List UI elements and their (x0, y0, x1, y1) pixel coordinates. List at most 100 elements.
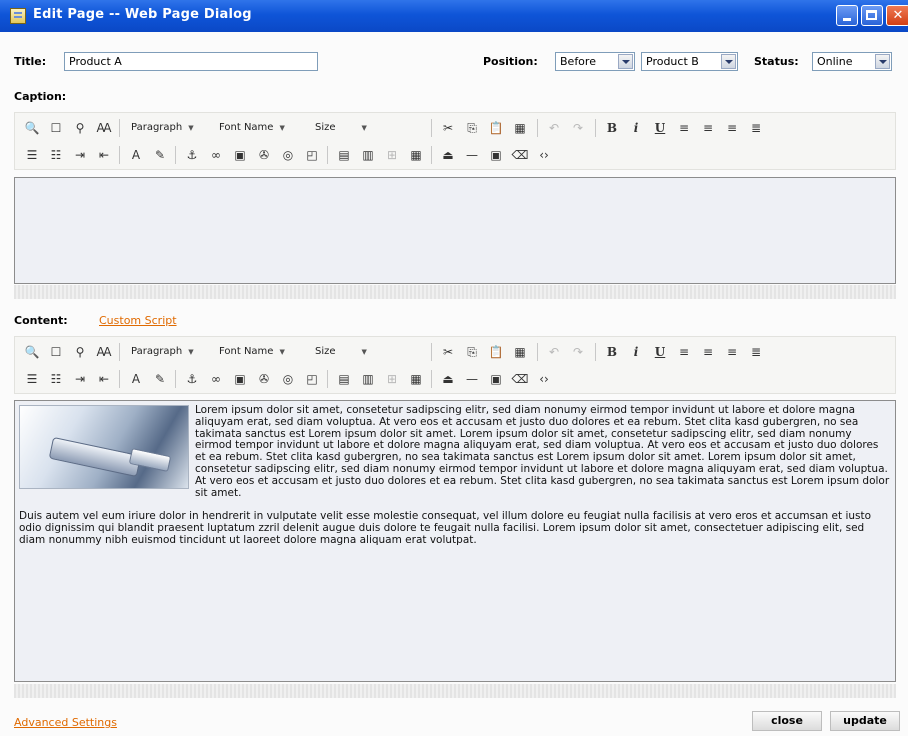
image-icon[interactable]: ▣ (231, 370, 249, 388)
underline-button[interactable]: U (651, 343, 669, 361)
link-icon[interactable]: ∞ (207, 146, 225, 164)
horizontal-rule-icon[interactable]: — (463, 370, 481, 388)
find-icon[interactable]: ⚲ (71, 119, 89, 137)
paste-icon[interactable]: 📋 (487, 343, 505, 361)
anchor-icon[interactable]: ⚓ (183, 146, 201, 164)
position-target-select[interactable]: Product B (641, 52, 738, 71)
align-justify-icon[interactable]: ≣ (747, 343, 765, 361)
caption-editor-resize-bar[interactable] (14, 285, 896, 299)
redo-icon[interactable]: ↷ (569, 119, 587, 137)
font-name-dropdown[interactable]: Font Name ▼ (219, 344, 285, 360)
align-justify-icon[interactable]: ≣ (747, 119, 765, 137)
caption-editor[interactable] (14, 177, 896, 284)
ordered-list-icon[interactable]: ☰ (23, 370, 41, 388)
link-icon[interactable]: ∞ (207, 370, 225, 388)
preview-icon[interactable]: 🔍 (23, 119, 41, 137)
font-color-icon[interactable]: A (127, 370, 145, 388)
table-icon[interactable]: ▤ (335, 370, 353, 388)
unordered-list-icon[interactable]: ☷ (47, 146, 65, 164)
html-source-icon[interactable]: ‹› (535, 146, 553, 164)
close-button[interactable]: close (752, 711, 822, 731)
content-editor-resize-bar[interactable] (14, 684, 896, 698)
ordered-list-icon[interactable]: ☰ (23, 146, 41, 164)
title-bar[interactable]: Edit Page -- Web Page Dialog ✕ (0, 0, 908, 32)
cut-icon[interactable]: ✂ (439, 119, 457, 137)
bold-button[interactable]: B (603, 343, 621, 361)
find-icon[interactable]: ⚲ (71, 343, 89, 361)
align-left-icon[interactable]: ≡ (675, 343, 693, 361)
special-char-icon[interactable]: ▣ (487, 146, 505, 164)
undo-icon[interactable]: ↶ (545, 343, 563, 361)
preview-icon[interactable]: 🔍 (23, 343, 41, 361)
undo-icon[interactable]: ↶ (545, 119, 563, 137)
align-right-icon[interactable]: ≡ (723, 343, 741, 361)
unordered-list-icon[interactable]: ☷ (47, 370, 65, 388)
close-window-button[interactable]: ✕ (886, 5, 908, 26)
spellcheck-icon[interactable]: Ꜳ (95, 119, 113, 137)
clean-format-icon[interactable]: ⌫ (511, 146, 529, 164)
paste-word-icon[interactable]: ▦ (511, 119, 529, 137)
italic-button[interactable]: i (627, 343, 645, 361)
anchor-icon[interactable]: ⚓ (183, 370, 201, 388)
media-icon[interactable]: ◎ (279, 146, 297, 164)
bold-button[interactable]: B (603, 119, 621, 137)
special-char-icon[interactable]: ▣ (487, 370, 505, 388)
document-icon[interactable]: ◰ (303, 370, 321, 388)
table-cell-icon[interactable]: ⊞ (383, 146, 401, 164)
flash-icon[interactable]: ✇ (255, 146, 273, 164)
form-icon[interactable]: ⏏ (439, 146, 457, 164)
media-icon[interactable]: ◎ (279, 370, 297, 388)
highlight-icon[interactable]: ✎ (151, 370, 169, 388)
outdent-icon[interactable]: ⇤ (95, 370, 113, 388)
content-editor[interactable]: Lorem ipsum dolor sit amet, consetetur s… (14, 400, 896, 682)
html-source-icon[interactable]: ‹› (535, 370, 553, 388)
form-icon[interactable]: ⏏ (439, 370, 457, 388)
font-name-dropdown[interactable]: Font Name ▼ (219, 120, 285, 136)
clean-format-icon[interactable]: ⌫ (511, 370, 529, 388)
update-button[interactable]: update (830, 711, 900, 731)
paste-word-icon[interactable]: ▦ (511, 343, 529, 361)
custom-script-link[interactable]: Custom Script (99, 314, 177, 327)
copy-icon[interactable]: ⎘ (463, 343, 481, 361)
image-icon[interactable]: ▣ (231, 146, 249, 164)
table-icon[interactable]: ▤ (335, 146, 353, 164)
maximize-button[interactable] (861, 5, 883, 26)
table-cell-icon[interactable]: ⊞ (383, 370, 401, 388)
paragraph-dropdown[interactable]: Paragraph ▼ (131, 344, 194, 360)
title-input[interactable]: Product A (64, 52, 318, 71)
highlight-icon[interactable]: ✎ (151, 146, 169, 164)
new-document-icon[interactable]: ☐ (47, 343, 65, 361)
size-dropdown[interactable]: Size ▼ (315, 344, 367, 360)
redo-icon[interactable]: ↷ (569, 343, 587, 361)
status-select[interactable]: Online (812, 52, 892, 71)
horizontal-rule-icon[interactable]: — (463, 146, 481, 164)
italic-button[interactable]: i (627, 119, 645, 137)
document-icon[interactable]: ◰ (303, 146, 321, 164)
toolbar-row-2: ☰ ☷ ⇥ ⇤ A ✎ ⚓ ∞ ▣ ✇ ◎ ◰ ▤ ▥ ⊞ ▦ ⏏ — ▣ ⌫ … (15, 366, 895, 392)
copy-icon[interactable]: ⎘ (463, 119, 481, 137)
advanced-settings-link[interactable]: Advanced Settings (14, 716, 117, 729)
new-document-icon[interactable]: ☐ (47, 119, 65, 137)
font-color-icon[interactable]: A (127, 146, 145, 164)
underline-button[interactable]: U (651, 119, 669, 137)
flash-icon[interactable]: ✇ (255, 370, 273, 388)
table-row-icon[interactable]: ▦ (407, 370, 425, 388)
paste-icon[interactable]: 📋 (487, 119, 505, 137)
indent-icon[interactable]: ⇥ (71, 370, 89, 388)
table-edit-icon[interactable]: ▥ (359, 146, 377, 164)
table-edit-icon[interactable]: ▥ (359, 370, 377, 388)
paragraph-dropdown[interactable]: Paragraph ▼ (131, 120, 194, 136)
table-row-icon[interactable]: ▦ (407, 146, 425, 164)
position-select[interactable]: Before (555, 52, 635, 71)
align-right-icon[interactable]: ≡ (723, 119, 741, 137)
cut-icon[interactable]: ✂ (439, 343, 457, 361)
indent-icon[interactable]: ⇥ (71, 146, 89, 164)
minimize-button[interactable] (836, 5, 858, 26)
content-image[interactable] (19, 405, 189, 489)
size-dropdown[interactable]: Size ▼ (315, 120, 367, 136)
align-center-icon[interactable]: ≡ (699, 119, 717, 137)
outdent-icon[interactable]: ⇤ (95, 146, 113, 164)
align-left-icon[interactable]: ≡ (675, 119, 693, 137)
spellcheck-icon[interactable]: Ꜳ (95, 343, 113, 361)
align-center-icon[interactable]: ≡ (699, 343, 717, 361)
